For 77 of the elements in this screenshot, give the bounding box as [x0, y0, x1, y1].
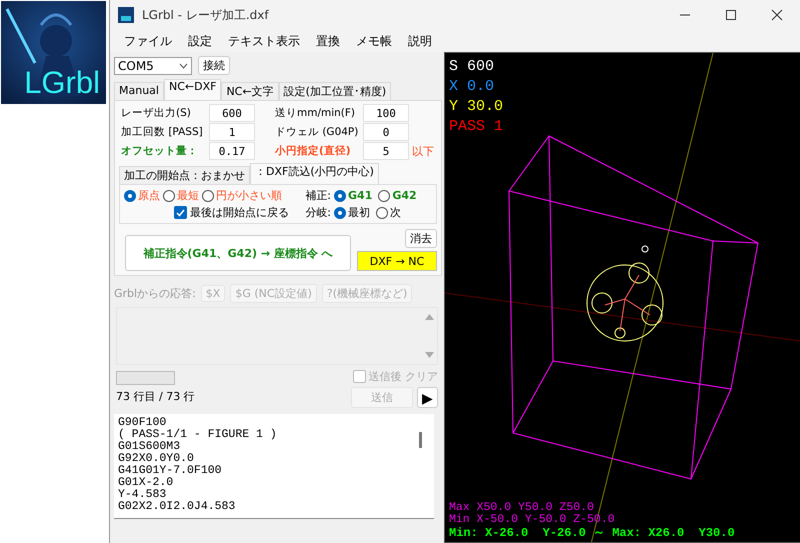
connect-button[interactable]: 接続 [198, 56, 230, 75]
input-field[interactable]: 0 [363, 123, 409, 141]
field-label: オフセット量： [120, 144, 199, 158]
line-status: 73 行目 / 73 行 [116, 389, 195, 404]
radio-button[interactable] [376, 206, 388, 218]
input-field[interactable]: 600 [209, 104, 255, 122]
menu-item[interactable]: 説明 [400, 30, 440, 52]
checkbox-label: 最後は開始点に戻る [190, 205, 289, 220]
input-field[interactable]: 5 [363, 142, 409, 160]
radio-button[interactable] [334, 190, 346, 202]
checkbox-label: 送信後 クリア [368, 369, 438, 384]
radio-label: 最初 [348, 205, 370, 220]
radio-button[interactable] [163, 190, 175, 202]
tab[interactable]: NC←文字 [221, 82, 279, 100]
readout-text: S 600 [449, 57, 496, 77]
tab[interactable]: 設定(加工位置･精度) [278, 82, 392, 100]
field-label: 送りmm/min(F) [274, 106, 356, 120]
field-label: 小円指定(直径) [274, 144, 352, 158]
tab[interactable]: Manual [114, 82, 164, 100]
port-dropdown[interactable]: COM5 [114, 56, 192, 74]
menu-item[interactable]: ファイル [116, 30, 180, 52]
code-line: G01X-2.0 [118, 477, 174, 489]
response-label: Grblからの応答: [114, 286, 196, 301]
dxf-to-nc-button[interactable]: DXF → NC [357, 251, 437, 271]
limit-text: Max X50.0 Y50.0 Z50.0 [449, 502, 595, 514]
input-field[interactable]: 0.17 [209, 142, 255, 160]
chevron-icon [179, 62, 188, 68]
readout-text: Y 30.0 [449, 97, 504, 117]
code-line: G02X2.0I2.0J4.583 [118, 501, 236, 513]
radio-button[interactable] [334, 206, 346, 218]
readout-text: PASS 1 [449, 117, 504, 137]
radio-label: 次 [390, 205, 402, 220]
code-line: Y-4.583 [118, 489, 168, 501]
app-icon [118, 7, 134, 23]
checkbox[interactable] [174, 206, 187, 219]
code-line: G01S600M3 [118, 441, 182, 453]
menu-item[interactable]: テキスト表示 [220, 30, 308, 52]
logo-text: LGrbl [24, 67, 100, 98]
radio-button[interactable] [124, 190, 136, 202]
clear-button[interactable]: 消去 [405, 229, 437, 248]
radio-button[interactable] [202, 190, 214, 202]
radio-label: 最短 [177, 188, 199, 203]
radio-label: 原点 [138, 188, 160, 203]
scrollbar-thumb[interactable] [419, 432, 422, 448]
code-line: G92X0.0Y0.0 [118, 453, 195, 465]
range-text: Min: X-26.0 Y-26.0 ～ Max: X26.0 Y30.0 [449, 526, 735, 540]
radio-option[interactable]: 最初 [334, 205, 370, 220]
field-label: ドウェル (G04P) [274, 125, 360, 139]
play-button[interactable]: ▶ [417, 387, 438, 408]
convert-button[interactable]: 補正指令(G41、G42) → 座標指令 へ [125, 235, 351, 271]
menu-item[interactable]: メモ帳 [348, 30, 400, 52]
code-line: ( PASS-1/1 - FIGURE 1 ) [118, 429, 278, 441]
field-label: 分岐: [305, 205, 332, 220]
radio-label: G41 [348, 189, 372, 202]
field-label: レーザ出力(S) [120, 106, 192, 120]
code-line: G90F100 [118, 417, 166, 429]
input-field[interactable]: 1 [209, 123, 255, 141]
radio-option[interactable]: G42 [378, 189, 417, 202]
input-field[interactable]: 100 [363, 104, 409, 122]
tab[interactable]: ：DXF読込(小円の中心) [250, 163, 379, 184]
tab[interactable]: 加工の開始点：おまかせ [119, 166, 250, 184]
suffix-label: 以下 [411, 144, 435, 158]
limit-text: Min X-50.0 Y-50.0 Z-50.0 [449, 514, 616, 526]
radio-label: G42 [392, 189, 417, 202]
tab[interactable]: NC←DXF [164, 79, 222, 100]
radio-option[interactable]: 次 [376, 205, 402, 220]
field-label: 補正: [305, 188, 332, 203]
window-title: LGrbl - レーザ加工.dxf [142, 6, 270, 24]
code-line: G41G01Y-7.0F100 [118, 465, 223, 477]
menu-item[interactable]: 置換 [308, 30, 348, 52]
gcode-editor[interactable]: G90F100 ( PASS-1/1 - FIGURE 1 ) G01S600M3 G92X0.0Y0.0 G41G01Y-7.0F100 G01X-2.0 Y-4.583 G02X2.0I2.0J4.583 [114, 414, 434, 519]
radio-option[interactable]: G41 [334, 189, 372, 202]
field-label: 加工回数 [PASS] [120, 125, 204, 139]
menu-item[interactable]: 設定 [180, 30, 220, 52]
radio-label: 円が小さい順 [216, 188, 282, 203]
radio-button[interactable] [378, 190, 390, 202]
readout-text: X 0.0 [449, 77, 496, 97]
